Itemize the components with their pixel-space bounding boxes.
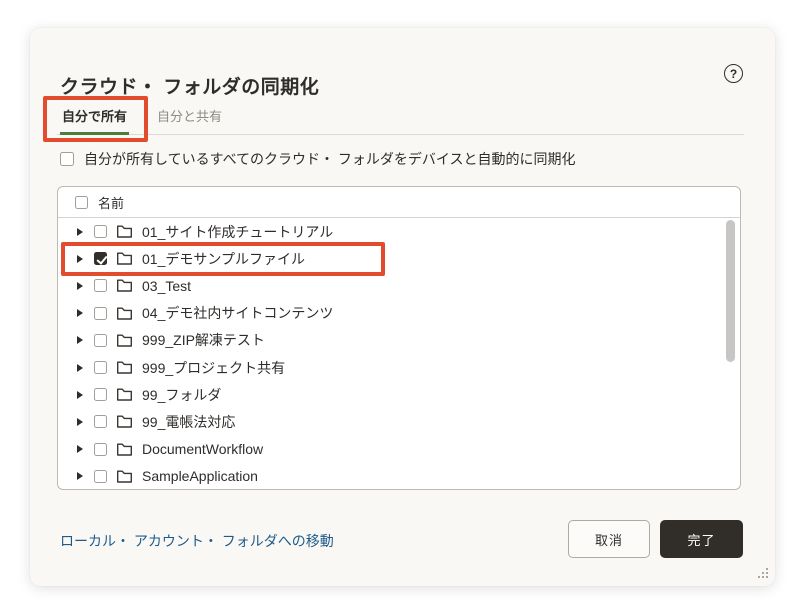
name-column-header: 名前 (98, 193, 124, 212)
screen: クラウド・ フォルダの同期化 ? 自分で所有 自分と共有 自分が所有しているすべ… (0, 0, 800, 615)
expand-arrow-icon[interactable] (77, 445, 83, 453)
folder-icon (116, 251, 133, 266)
local-account-folder-link[interactable]: ローカル・ アカウント・ フォルダへの移動 (60, 531, 334, 551)
table-row[interactable]: 03_Test (58, 272, 740, 299)
folder-name: 01_サイト作成チュートリアル (142, 222, 333, 242)
dialog-title: クラウド・ フォルダの同期化 (60, 72, 319, 99)
resize-grip-icon[interactable] (756, 567, 769, 580)
row-checkbox[interactable] (94, 415, 107, 428)
expand-arrow-icon[interactable] (77, 418, 83, 426)
select-all-checkbox[interactable] (75, 196, 88, 209)
expand-arrow-icon[interactable] (77, 309, 83, 317)
table-row[interactable]: 01_デモサンプルファイル (58, 245, 740, 272)
folder-name: SampleApplication (142, 468, 258, 484)
row-checkbox[interactable] (94, 388, 107, 401)
expand-arrow-icon[interactable] (77, 255, 83, 263)
folder-icon (116, 278, 133, 293)
help-icon[interactable]: ? (724, 64, 743, 83)
folder-table: 名前 01_サイト作成チュートリアル 01_デモサンプルファイル (57, 186, 741, 490)
cancel-button-label: 取消 (595, 530, 623, 549)
row-checkbox[interactable] (94, 252, 107, 265)
folder-name: 01_デモサンプルファイル (142, 249, 305, 269)
done-button[interactable]: 完了 (660, 520, 743, 558)
table-body: 01_サイト作成チュートリアル 01_デモサンプルファイル 03_Test (58, 218, 740, 490)
folder-name: DocumentWorkflow (142, 441, 263, 457)
tab-owned-by-me-label: 自分で所有 (62, 109, 127, 124)
tab-shared-with-me[interactable]: 自分と共有 (155, 106, 224, 134)
vertical-scrollbar-thumb[interactable] (726, 220, 735, 362)
tab-shared-with-me-label: 自分と共有 (157, 109, 222, 124)
expand-arrow-icon[interactable] (77, 472, 83, 480)
folder-icon (116, 360, 133, 375)
expand-arrow-icon[interactable] (77, 364, 83, 372)
expand-arrow-icon[interactable] (77, 228, 83, 236)
folder-name: 99_フォルダ (142, 385, 221, 405)
auto-sync-option: 自分が所有しているすべてのクラウド・ フォルダをデバイスと自動的に同期化 (60, 149, 576, 169)
row-checkbox[interactable] (94, 279, 107, 292)
folder-icon (116, 387, 133, 402)
folder-name: 999_ZIP解凍テスト (142, 330, 265, 350)
folder-name: 99_電帳法対応 (142, 412, 235, 432)
folder-name: 999_プロジェクト共有 (142, 358, 285, 378)
cloud-folder-sync-dialog: クラウド・ フォルダの同期化 ? 自分で所有 自分と共有 自分が所有しているすべ… (30, 28, 775, 586)
folder-icon (116, 224, 133, 239)
table-row[interactable]: 99_フォルダ (58, 381, 740, 408)
expand-arrow-icon[interactable] (77, 336, 83, 344)
row-checkbox[interactable] (94, 443, 107, 456)
table-row[interactable]: 999_ZIP解凍テスト (58, 327, 740, 354)
expand-arrow-icon[interactable] (77, 391, 83, 399)
folder-icon (116, 333, 133, 348)
row-checkbox[interactable] (94, 361, 107, 374)
folder-icon (116, 469, 133, 484)
table-row[interactable]: SampleApplication (58, 463, 740, 490)
folder-icon (116, 306, 133, 321)
table-row[interactable]: 99_電帳法対応 (58, 408, 740, 435)
row-checkbox[interactable] (94, 334, 107, 347)
table-header: 名前 (58, 187, 740, 218)
help-icon-glyph: ? (730, 67, 737, 81)
folder-icon (116, 442, 133, 457)
folder-name: 04_デモ社内サイトコンテンツ (142, 303, 333, 323)
row-checkbox[interactable] (94, 470, 107, 483)
table-row[interactable]: 04_デモ社内サイトコンテンツ (58, 300, 740, 327)
auto-sync-checkbox[interactable] (60, 152, 74, 166)
expand-arrow-icon[interactable] (77, 282, 83, 290)
tab-owned-by-me[interactable]: 自分で所有 (60, 106, 129, 134)
table-row[interactable]: 01_サイト作成チュートリアル (58, 218, 740, 245)
cancel-button[interactable]: 取消 (568, 520, 650, 558)
folder-icon (116, 414, 133, 429)
done-button-label: 完了 (687, 530, 715, 549)
auto-sync-label: 自分が所有しているすべてのクラウド・ フォルダをデバイスと自動的に同期化 (84, 149, 576, 169)
row-checkbox[interactable] (94, 307, 107, 320)
tab-bar: 自分で所有 自分と共有 (57, 106, 744, 135)
table-row[interactable]: DocumentWorkflow (58, 436, 740, 463)
folder-name: 03_Test (142, 278, 191, 294)
row-checkbox[interactable] (94, 225, 107, 238)
table-row[interactable]: 999_プロジェクト共有 (58, 354, 740, 381)
